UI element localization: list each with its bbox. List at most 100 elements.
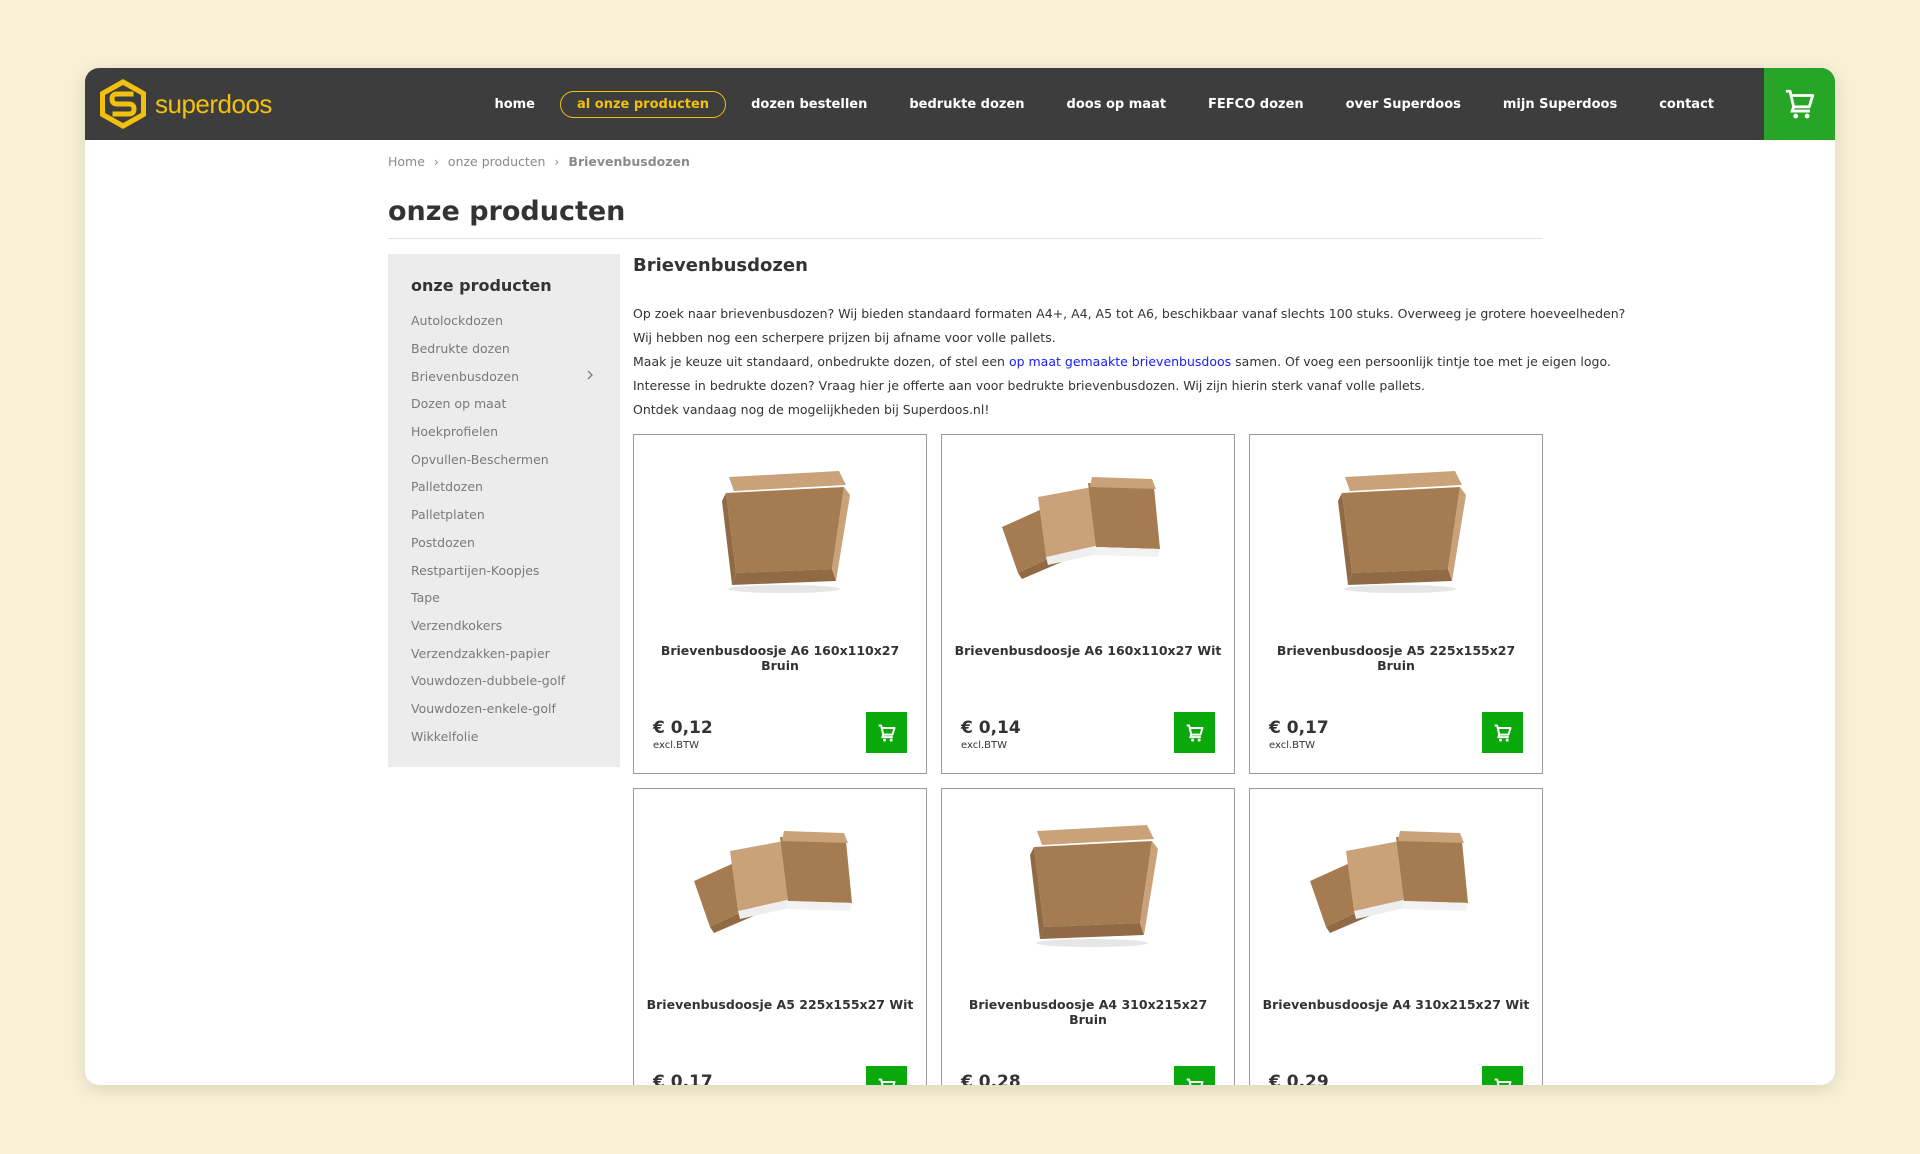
sidebar-item-brievenbusdozen[interactable]: Brievenbusdozen (411, 362, 620, 390)
sidebar-item-label: Tape (411, 590, 440, 606)
cart-icon (1785, 89, 1814, 119)
cart-icon (1494, 1078, 1511, 1085)
sidebar-item-label: Restpartijen-Koopjes (411, 562, 540, 578)
section-title: Brievenbusdozen (633, 255, 808, 276)
product-card[interactable]: Brievenbusdoosje A5 225x155x27 Bruin € 0,… (1249, 434, 1543, 774)
sidebar-item-verzendzakken-papier[interactable]: Verzendzakken-papier (411, 639, 620, 667)
product-name[interactable]: Brievenbusdoosje A5 225x155x27 Wit (642, 997, 918, 1012)
product-name[interactable]: Brievenbusdoosje A6 160x110x27 Wit (950, 643, 1226, 658)
sidebar-item-palletplaten[interactable]: Palletplaten (411, 501, 620, 529)
breadcrumb-separator: › (554, 154, 560, 169)
product-image[interactable] (982, 811, 1196, 961)
product-image[interactable] (1290, 457, 1504, 607)
sidebar-item-wikkelfolie[interactable]: Wikkelfolie (411, 722, 620, 750)
intro-line: Maak je keuze uit standaard, onbedrukte … (633, 354, 1611, 369)
product-image[interactable] (674, 457, 888, 607)
sidebar-item-palletdozen[interactable]: Palletdozen (411, 473, 620, 501)
sidebar-item-label: Wikkelfolie (411, 728, 479, 744)
add-to-cart-button[interactable] (866, 1066, 907, 1085)
intro-line: Ontdek vandaag nog de mogelijkheden bij … (633, 402, 990, 417)
sidebar-item-tape[interactable]: Tape (411, 584, 620, 612)
product-name[interactable]: Brievenbusdoosje A4 310x215x27 Wit (1258, 997, 1534, 1012)
main-nav: home al onze producten dozen bestellen bedr… (469, 68, 1731, 140)
category-sidebar: onze producten Autolockdozen Bedrukte doz… (388, 254, 620, 767)
sidebar-item-vouwdozen-enkele-golf[interactable]: Vouwdozen-enkele-golf (411, 695, 620, 723)
add-to-cart-button[interactable] (1482, 1066, 1523, 1085)
add-to-cart-button[interactable] (866, 712, 907, 753)
sidebar-item-verzendkokers[interactable]: Verzendkokers (411, 612, 620, 640)
product-price: € 0,29 (1269, 1072, 1329, 1085)
product-card[interactable]: Brievenbusdoosje A5 225x155x27 Wit € 0,17… (633, 788, 927, 1085)
sidebar-item-label: Bedrukte dozen (411, 341, 510, 357)
logo-mark-icon (100, 79, 146, 129)
product-price: € 0,14 (961, 718, 1021, 738)
sidebar-item-label: Vouwdozen-dubbele-golf (411, 673, 566, 689)
nav-item-fefco-dozen[interactable]: FEFCO dozen (1191, 91, 1321, 118)
product-image[interactable] (982, 457, 1196, 607)
superdoos-logo[interactable]: superdoos (97, 77, 297, 131)
sidebar-item-postdozen[interactable]: Postdozen (411, 529, 620, 557)
sidebar-item-opvullen-beschermen[interactable]: Opvullen-Beschermen (411, 445, 620, 473)
nav-item-bedrukte-dozen[interactable]: bedrukte dozen (892, 91, 1041, 118)
product-image[interactable] (674, 811, 888, 961)
product-image[interactable] (1290, 811, 1504, 961)
nav-item-al-onze-producten[interactable]: al onze producten (560, 90, 727, 118)
box-image-icon (722, 471, 850, 593)
product-price: € 0,17 (653, 1072, 713, 1085)
custom-box-link[interactable]: op maat gemaakte brievenbusdoos (1009, 354, 1231, 369)
nav-item-over-superdoos[interactable]: over Superdoos (1329, 91, 1478, 118)
cart-icon (1494, 724, 1511, 742)
breadcrumb-home[interactable]: Home (388, 154, 425, 169)
sidebar-item-dozen-op-maat[interactable]: Dozen op maat (411, 390, 620, 418)
site-header: superdoos home al onze producten dozen bes… (85, 68, 1835, 140)
add-to-cart-button[interactable] (1174, 712, 1215, 753)
sidebar-item-label: Opvullen-Beschermen (411, 451, 549, 467)
nav-item-home[interactable]: home (477, 91, 552, 118)
product-card[interactable]: Brievenbusdoosje A4 310x215x27 Bruin € 0,… (941, 788, 1235, 1085)
sidebar-item-label: Verzendkokers (411, 617, 503, 633)
product-card[interactable]: Brievenbusdoosje A6 160x110x27 Bruin € 0,… (633, 434, 927, 774)
product-name[interactable]: Brievenbusdoosje A4 310x215x27 Bruin (950, 997, 1226, 1027)
product-card[interactable]: Brievenbusdoosje A6 160x110x27 Wit € 0,14… (941, 434, 1235, 774)
nav-item-mijn-superdoos[interactable]: mijn Superdoos (1486, 91, 1634, 118)
nav-item-dozen-bestellen[interactable]: dozen bestellen (734, 91, 884, 118)
cart-icon (878, 1078, 895, 1085)
box-image-icon (1338, 471, 1466, 593)
sidebar-item-restpartijen-koopjes[interactable]: Restpartijen-Koopjes (411, 556, 620, 584)
nav-item-doos-op-maat[interactable]: doos op maat (1050, 91, 1184, 118)
vat-label: excl.BTW (1269, 740, 1316, 751)
sidebar-item-label: Verzendzakken-papier (411, 645, 550, 661)
sidebar-title: onze producten (411, 276, 552, 295)
cart-icon (1186, 1078, 1203, 1085)
sidebar-item-vouwdozen-dubbele-golf[interactable]: Vouwdozen-dubbele-golf (411, 667, 620, 695)
sidebar-item-label: Palletplaten (411, 507, 485, 523)
intro-line: Wij hebben nog een scherpere prijzen bij… (633, 330, 1056, 345)
sidebar-item-hoekprofielen[interactable]: Hoekprofielen (411, 418, 620, 446)
breadcrumb: Home › onze producten › Brievenbusdozen (388, 154, 690, 169)
intro-text: Op zoek naar brievenbusdozen? Wij bieden… (633, 302, 1625, 422)
breadcrumb-onze-producten[interactable]: onze producten (448, 154, 546, 169)
vat-label: excl.BTW (961, 740, 1008, 751)
nav-item-contact[interactable]: contact (1642, 91, 1731, 118)
cart-button[interactable] (1764, 68, 1835, 140)
box-image-icon (1030, 825, 1158, 947)
add-to-cart-button[interactable] (1482, 712, 1523, 753)
product-name[interactable]: Brievenbusdoosje A6 160x110x27 Bruin (642, 643, 918, 673)
product-card[interactable]: Brievenbusdoosje A4 310x215x27 Wit € 0,29… (1249, 788, 1543, 1085)
cart-icon (878, 724, 895, 742)
breadcrumb-separator: › (433, 154, 439, 169)
product-price: € 0,12 (653, 718, 713, 738)
box-image-icon (694, 831, 852, 933)
title-divider (388, 238, 1543, 239)
sidebar-item-label: Vouwdozen-enkele-golf (411, 700, 556, 716)
sidebar-item-bedrukte-dozen[interactable]: Bedrukte dozen (411, 335, 620, 363)
sidebar-item-label: Postdozen (411, 534, 475, 550)
chevron-right-icon (587, 370, 593, 380)
box-image-icon (1310, 831, 1468, 933)
box-image-icon (1002, 477, 1160, 579)
sidebar-item-label: Autolockdozen (411, 313, 504, 329)
product-price: € 0,28 (961, 1072, 1021, 1085)
sidebar-item-autolockdozen[interactable]: Autolockdozen (411, 307, 620, 335)
add-to-cart-button[interactable] (1174, 1066, 1215, 1085)
product-name[interactable]: Brievenbusdoosje A5 225x155x27 Bruin (1258, 643, 1534, 673)
